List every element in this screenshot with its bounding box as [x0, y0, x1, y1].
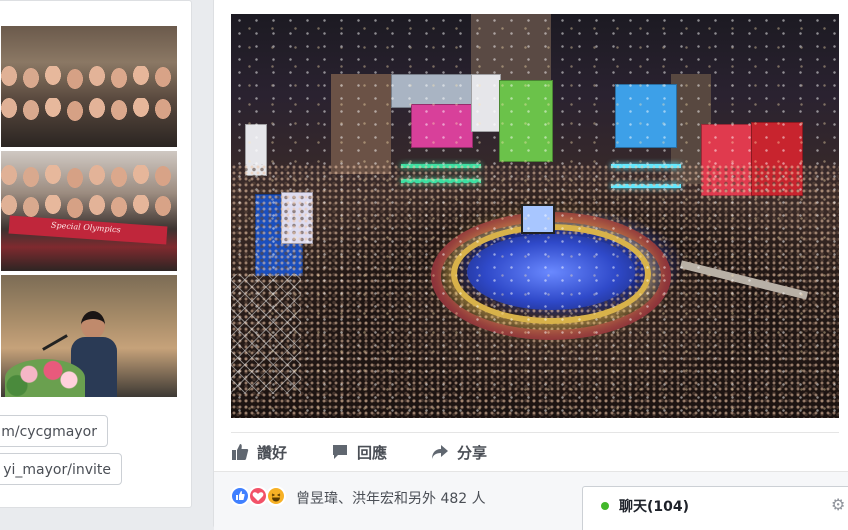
sidebar-link-invite[interactable]: yi_mayor/invite	[0, 453, 122, 485]
haha-reaction-icon	[266, 486, 286, 506]
chat-tab[interactable]: 聊天(104) ⚙	[582, 486, 848, 530]
confetti	[231, 14, 839, 418]
post-photo[interactable]	[231, 14, 839, 418]
share-button[interactable]: 分享	[431, 441, 487, 463]
sidebar-card: Special Olympics m/cycgmayor yi_mayor/in…	[0, 0, 192, 508]
love-reaction-icon	[248, 486, 268, 506]
sidebar-photo-special-olympics[interactable]: Special Olympics	[1, 151, 177, 271]
group-people-row	[1, 165, 177, 199]
group-people-row	[1, 66, 177, 100]
group-people-row	[1, 98, 177, 132]
sidebar-link-cycgmayor[interactable]: m/cycgmayor	[0, 415, 108, 447]
reaction-icons[interactable]	[230, 486, 290, 508]
flower-bouquet	[5, 359, 85, 397]
reaction-summary[interactable]: 曾昱瑋、洪年宏和另外 482 人	[296, 488, 486, 508]
sidebar-photo-speaker[interactable]	[1, 275, 177, 397]
thumbs-up-icon	[231, 443, 249, 461]
comment-icon	[331, 443, 349, 461]
post-card: 讚好 回應 分享 曾昱瑋、洪年宏和另外 482 人 聊天(104) ⚙	[213, 0, 848, 530]
like-reaction-icon	[230, 486, 250, 506]
share-arrow-icon	[431, 443, 449, 461]
chat-label: 聊天(104)	[619, 499, 690, 515]
share-label: 分享	[457, 443, 488, 462]
sidebar-photo-group[interactable]	[1, 26, 177, 147]
comment-button[interactable]: 回應	[331, 441, 387, 463]
gear-icon[interactable]: ⚙	[831, 497, 847, 513]
post-actions: 讚好 回應 分享	[231, 432, 839, 467]
like-button[interactable]: 讚好	[231, 441, 287, 463]
online-status-dot	[601, 502, 609, 510]
comment-label: 回應	[357, 443, 388, 462]
like-label: 讚好	[257, 443, 288, 462]
microphone-icon	[42, 334, 68, 351]
reactions-bar: 曾昱瑋、洪年宏和另外 482 人 聊天(104) ⚙	[214, 471, 848, 530]
